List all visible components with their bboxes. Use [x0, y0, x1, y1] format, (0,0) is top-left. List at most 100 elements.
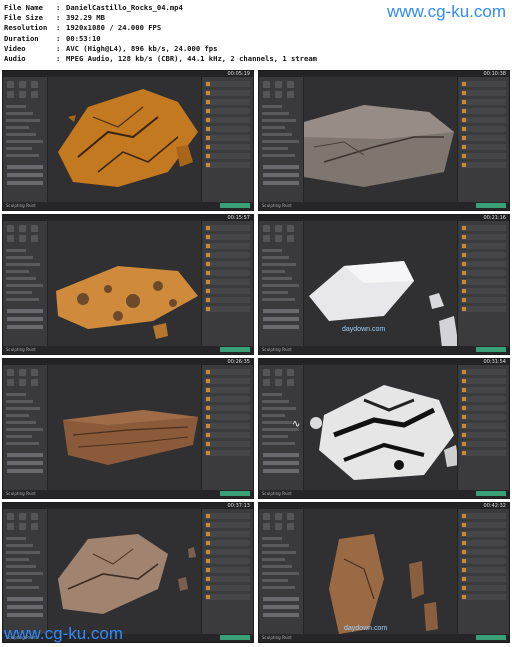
brush-swatch-icon[interactable] — [19, 235, 26, 242]
layer-item[interactable] — [205, 225, 250, 231]
brush-swatch-icon[interactable] — [275, 91, 282, 98]
brush-swatch-icon[interactable] — [31, 523, 38, 530]
layer-item[interactable] — [205, 135, 250, 141]
layer-item[interactable] — [461, 306, 506, 312]
panel-button[interactable] — [7, 173, 43, 177]
brush-swatch-icon[interactable] — [275, 369, 282, 376]
brush-swatch-icon[interactable] — [287, 81, 294, 88]
brush-swatch-icon[interactable] — [287, 369, 294, 376]
layer-item[interactable] — [461, 261, 506, 267]
panel-button[interactable] — [263, 461, 299, 465]
panel-button[interactable] — [7, 461, 43, 465]
brush-swatch-icon[interactable] — [263, 513, 270, 520]
layer-item[interactable] — [461, 441, 506, 447]
panel-button[interactable] — [263, 165, 299, 169]
brush-swatch-icon[interactable] — [263, 369, 270, 376]
panel-button[interactable] — [263, 453, 299, 457]
slider[interactable] — [6, 407, 40, 410]
layer-item[interactable] — [205, 99, 250, 105]
layer-item[interactable] — [461, 126, 506, 132]
slider[interactable] — [262, 421, 292, 424]
layer-item[interactable] — [205, 549, 250, 555]
brush-swatch-icon[interactable] — [287, 523, 294, 530]
layer-item[interactable] — [461, 108, 506, 114]
brush-swatch-icon[interactable] — [7, 235, 14, 242]
brush-swatch-icon[interactable] — [31, 369, 38, 376]
brush-swatch-icon[interactable] — [275, 513, 282, 520]
slider[interactable] — [262, 572, 299, 575]
thumbnail-1[interactable]: 00:05:19 Sculpting Paint — [2, 70, 254, 211]
slider[interactable] — [6, 428, 43, 431]
slider[interactable] — [262, 579, 288, 582]
slider[interactable] — [262, 291, 288, 294]
layer-item[interactable] — [205, 261, 250, 267]
brush-swatch-icon[interactable] — [263, 523, 270, 530]
layer-item[interactable] — [205, 252, 250, 258]
layer-item[interactable] — [461, 378, 506, 384]
layer-item[interactable] — [461, 270, 506, 276]
layer-item[interactable] — [205, 522, 250, 528]
layer-item[interactable] — [205, 234, 250, 240]
brush-swatch-icon[interactable] — [7, 91, 14, 98]
layer-item[interactable] — [205, 531, 250, 537]
thumbnail-6[interactable]: 00:31:54 ∿ Sculpting Paint — [258, 358, 510, 499]
panel-button[interactable] — [263, 325, 299, 329]
thumbnail-3[interactable]: 00:15:57 Sculpting Paint — [2, 214, 254, 355]
layer-item[interactable] — [205, 126, 250, 132]
brush-swatch-icon[interactable] — [19, 91, 26, 98]
layer-item[interactable] — [461, 432, 506, 438]
slider[interactable] — [6, 147, 32, 150]
thumbnail-7[interactable]: 00:37:13 Sculpting Paint — [2, 502, 254, 643]
panel-button[interactable] — [7, 309, 43, 313]
layer-item[interactable] — [205, 513, 250, 519]
layer-item[interactable] — [461, 81, 506, 87]
layer-item[interactable] — [205, 369, 250, 375]
slider[interactable] — [6, 291, 32, 294]
slider[interactable] — [6, 277, 36, 280]
thumbnail-5[interactable]: 00:26:35 Sculpting Paint — [2, 358, 254, 499]
brush-swatch-icon[interactable] — [7, 523, 14, 530]
panel-button[interactable] — [7, 469, 43, 473]
layer-item[interactable] — [205, 558, 250, 564]
slider[interactable] — [6, 119, 40, 122]
layer-item[interactable] — [205, 288, 250, 294]
layer-item[interactable] — [461, 594, 506, 600]
slider[interactable] — [262, 414, 285, 417]
layer-item[interactable] — [461, 576, 506, 582]
panel-button[interactable] — [7, 597, 43, 601]
slider[interactable] — [6, 105, 26, 108]
layer-item[interactable] — [205, 117, 250, 123]
panel-button[interactable] — [7, 605, 43, 609]
slider[interactable] — [6, 414, 29, 417]
layer-item[interactable] — [461, 135, 506, 141]
layer-item[interactable] — [205, 297, 250, 303]
slider[interactable] — [6, 558, 29, 561]
brush-swatch-icon[interactable] — [287, 225, 294, 232]
layer-item[interactable] — [205, 414, 250, 420]
panel-button[interactable] — [263, 597, 299, 601]
panel-button[interactable] — [263, 181, 299, 185]
slider[interactable] — [262, 298, 295, 301]
panel-button[interactable] — [7, 181, 43, 185]
slider[interactable] — [6, 579, 32, 582]
brush-swatch-icon[interactable] — [19, 523, 26, 530]
panel-button[interactable] — [263, 613, 299, 617]
layer-item[interactable] — [461, 153, 506, 159]
panel-button[interactable] — [7, 165, 43, 169]
panel-button[interactable] — [7, 453, 43, 457]
layer-item[interactable] — [205, 162, 250, 168]
slider[interactable] — [262, 393, 282, 396]
layer-item[interactable] — [461, 234, 506, 240]
layer-item[interactable] — [461, 405, 506, 411]
slider[interactable] — [262, 544, 289, 547]
panel-button[interactable] — [263, 173, 299, 177]
slider[interactable] — [6, 537, 26, 540]
slider[interactable] — [6, 154, 39, 157]
layer-item[interactable] — [205, 90, 250, 96]
brush-swatch-icon[interactable] — [7, 81, 14, 88]
brush-swatch-icon[interactable] — [31, 81, 38, 88]
brush-swatch-icon[interactable] — [19, 81, 26, 88]
slider[interactable] — [262, 277, 292, 280]
layer-item[interactable] — [461, 558, 506, 564]
layer-item[interactable] — [205, 585, 250, 591]
